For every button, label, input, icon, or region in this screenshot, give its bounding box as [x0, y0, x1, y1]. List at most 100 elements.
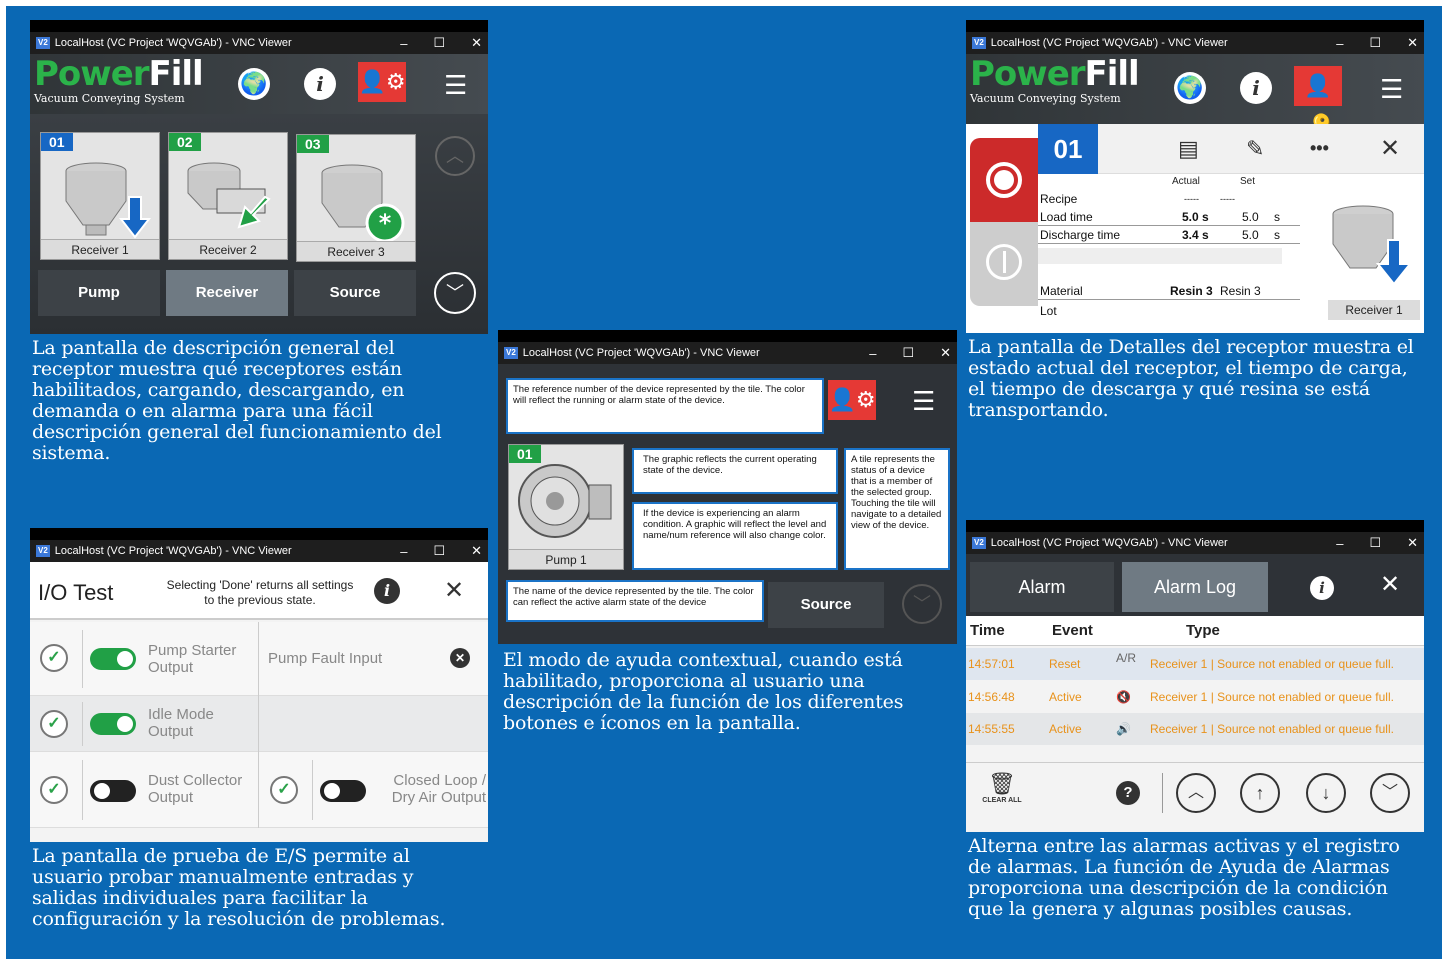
check-icon[interactable]: ✓ — [40, 644, 68, 672]
page-title: I/O Test — [38, 580, 114, 605]
info-icon[interactable]: i — [1310, 576, 1334, 600]
alarm-row[interactable]: 14:55:55 Active 🔊 Receiver 1 | Source no… — [966, 713, 1424, 745]
globe-icon[interactable]: 🌍 — [238, 68, 270, 100]
tab-alarm[interactable]: Alarm — [970, 562, 1114, 612]
minimize-button[interactable]: – — [869, 346, 876, 361]
muted-speaker-icon: 🔇 — [1116, 690, 1131, 704]
overview-screenshot: V2 LocalHost (VC Project 'WQVGAb') - VNC… — [30, 20, 488, 334]
dust-collector-toggle[interactable] — [90, 780, 136, 802]
info-icon[interactable]: i — [304, 68, 336, 100]
close-button[interactable]: ✕ — [1407, 35, 1418, 51]
edit-icon[interactable]: ✎ — [1246, 136, 1264, 162]
stopped-status[interactable] — [970, 222, 1038, 306]
close-icon[interactable]: ✕ — [1380, 134, 1400, 163]
window-titlebar: V2 LocalHost (VC Project 'WQVGAb') - VNC… — [966, 32, 1424, 54]
page-down-button[interactable]: ﹀ — [1370, 773, 1410, 813]
help-tip-number: The reference number of the device repre… — [506, 378, 824, 434]
powerfill-logo: PowerFill — [34, 54, 204, 94]
maximize-button[interactable]: ☐ — [433, 543, 445, 559]
scroll-up-button[interactable]: ↑ — [1240, 773, 1280, 813]
help-tip-tile: A tile represents the status of a device… — [844, 448, 950, 570]
maximize-button[interactable]: ☐ — [1369, 535, 1381, 551]
pump-graphic-icon — [518, 464, 612, 538]
alarm-row[interactable]: 14:56:48 Active 🔇 Receiver 1 | Source no… — [966, 681, 1424, 713]
io-header: I/O Test Selecting 'Done' returns all se… — [30, 562, 488, 620]
minimize-button[interactable]: – — [400, 544, 407, 559]
closed-loop-toggle[interactable] — [320, 780, 366, 802]
fault-x-icon: ✕ — [450, 648, 470, 668]
scroll-down-button[interactable]: ﹀ — [902, 584, 942, 624]
hamburger-menu-icon[interactable]: ☰ — [912, 386, 935, 416]
check-icon[interactable]: ✓ — [40, 776, 68, 804]
user-settings-icon[interactable]: 👤⚙ — [358, 62, 406, 102]
scroll-down-button[interactable]: ﹀ — [434, 272, 476, 314]
minimize-button[interactable]: – — [400, 36, 407, 51]
receiver-tile-1[interactable]: 01 Receiver 1 — [40, 132, 160, 260]
info-icon[interactable]: i — [1240, 72, 1272, 104]
details-toolbar: 01 ▤ ✎ ••• ✕ — [1038, 124, 1424, 174]
page-up-button[interactable]: ︿ — [1176, 773, 1216, 813]
receiver-tile-2[interactable]: 02 Receiver 2 — [168, 132, 288, 260]
io-row-3: ✓ Dust Collector Output ✓ Closed Loop / … — [30, 752, 488, 828]
hamburger-menu-icon[interactable]: ☰ — [444, 70, 467, 100]
clear-all-button[interactable]: 🗑 CLEAR ALL — [980, 771, 1024, 804]
receiver-graphic-icon — [1332, 205, 1413, 286]
details-panel: 01 ▤ ✎ ••• ✕ Actual Set Recipe ----- ---… — [966, 124, 1424, 333]
check-icon[interactable]: ✓ — [40, 710, 68, 738]
tab-source[interactable]: Source — [294, 270, 416, 316]
info-icon[interactable]: i — [374, 578, 400, 604]
io-test-caption: La pantalla de prueba de E/S permite al … — [32, 845, 446, 930]
scroll-down-button[interactable]: ↓ — [1306, 773, 1346, 813]
check-icon[interactable]: ✓ — [270, 776, 298, 804]
discharge-time-row: Discharge time 3.4 s 5.0 s — [1038, 226, 1300, 244]
pump-tile[interactable]: 01 Pump 1 — [508, 444, 624, 570]
io-row-1: ✓ Pump Starter Output Pump Fault Input ✕ — [30, 622, 488, 696]
svg-text:*: * — [379, 209, 392, 237]
close-button[interactable]: ✕ — [471, 35, 482, 51]
vnc-logo-icon: V2 — [972, 537, 986, 549]
scroll-up-button[interactable]: ︿ — [435, 136, 475, 176]
receiver-tile-3[interactable]: 03 * Receiver 3 — [296, 134, 416, 262]
recipe-row: Recipe ----- ----- — [1040, 192, 1235, 206]
alarm-header: Alarm Alarm Log i ✕ — [966, 554, 1424, 616]
tab-receiver[interactable]: Receiver — [166, 270, 288, 316]
powerfill-logo: PowerFill — [970, 54, 1140, 94]
reset-icon: A/R — [1116, 651, 1137, 665]
io-label: Pump Fault Input — [268, 650, 383, 667]
maximize-button[interactable]: ☐ — [433, 35, 445, 51]
details-caption: La pantalla de Detalles del receptor mue… — [968, 336, 1414, 421]
tab-source[interactable]: Source — [768, 582, 884, 628]
close-icon[interactable]: ✕ — [444, 576, 464, 605]
load-time-row: Load time 5.0 s 5.0 s — [1038, 208, 1300, 226]
minimize-button[interactable]: – — [1336, 36, 1343, 51]
receiver-label: Receiver 1 — [1328, 300, 1420, 320]
close-button[interactable]: ✕ — [1407, 535, 1418, 551]
idle-mode-toggle[interactable] — [90, 713, 136, 735]
list-icon[interactable]: ▤ — [1178, 136, 1199, 162]
close-button[interactable]: ✕ — [940, 345, 951, 361]
minimize-button[interactable]: – — [1336, 536, 1343, 551]
alarm-table-header: Time Event Type — [966, 616, 1424, 646]
io-test-screenshot: V2 LocalHost (VC Project 'WQVGAb') - VNC… — [30, 528, 488, 842]
vnc-logo-icon: V2 — [972, 37, 986, 49]
user-settings-icon[interactable]: 👤⚙ — [828, 380, 876, 420]
tile-label: Receiver 1 — [41, 239, 159, 259]
running-status[interactable] — [970, 138, 1038, 222]
hamburger-menu-icon[interactable]: ☰ — [1380, 74, 1403, 104]
more-icon[interactable]: ••• — [1310, 138, 1329, 159]
help-icon[interactable]: ? — [1116, 781, 1140, 805]
user-key-icon[interactable]: 👤🔑 — [1294, 66, 1342, 138]
close-button[interactable]: ✕ — [471, 543, 482, 559]
tab-alarm-log[interactable]: Alarm Log — [1122, 562, 1268, 612]
maximize-button[interactable]: ☐ — [902, 345, 914, 361]
close-icon[interactable]: ✕ — [1380, 570, 1400, 599]
tab-pump[interactable]: Pump — [38, 270, 160, 316]
globe-icon[interactable]: 🌍 — [1174, 72, 1206, 104]
alarm-row[interactable]: 14:57:01 Reset A/R Receiver 1 | Source n… — [966, 648, 1424, 680]
pump-starter-toggle[interactable] — [90, 648, 136, 670]
window-title: LocalHost (VC Project 'WQVGAb') - VNC Vi… — [990, 537, 1228, 549]
window-titlebar: V2 LocalHost (VC Project 'WQVGAb') - VNC… — [30, 32, 488, 54]
receiver-graphic-icon — [187, 162, 271, 229]
window-titlebar: V2 LocalHost (VC Project 'WQVGAb') - VNC… — [966, 532, 1424, 554]
maximize-button[interactable]: ☐ — [1369, 35, 1381, 51]
